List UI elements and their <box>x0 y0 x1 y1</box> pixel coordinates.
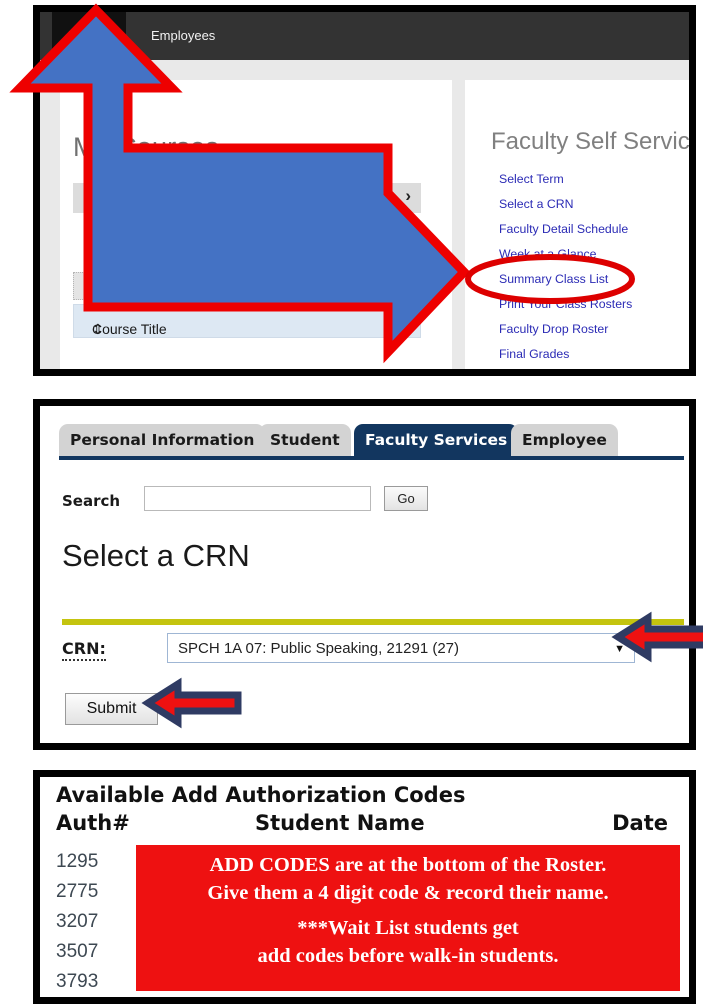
tab-faculty-services[interactable]: Faculty Services <box>354 424 519 456</box>
link-final-grades[interactable]: Final Grades <box>499 348 632 361</box>
note-line-4: add codes before walk-in students. <box>257 945 559 967</box>
note-spacer <box>136 907 680 914</box>
link-print-your-class-rosters[interactable]: Print Your Class Rosters <box>499 298 632 311</box>
tab-strip-underline <box>59 456 684 460</box>
yellow-divider <box>62 619 684 625</box>
term-select-dropdown[interactable]: Winter 2016 ▼ <box>255 228 353 258</box>
link-select-a-crn[interactable]: Select a CRN <box>499 198 632 211</box>
crn-label: CRN: <box>62 639 106 661</box>
course-title-column-header[interactable]: Course Title ⇕ <box>73 304 421 338</box>
search-input[interactable] <box>144 486 371 511</box>
add-codes-column-headers: Auth# Student Name Date <box>40 811 689 841</box>
list-item: 3793 <box>56 971 99 992</box>
list-item: 3207 <box>56 911 99 932</box>
add-authorization-codes-panel: Available Add Authorization Codes Auth# … <box>33 770 696 1004</box>
nav-tab-faculty[interactable]: Faculty <box>52 12 126 60</box>
link-faculty-detail-schedule[interactable]: Faculty Detail Schedule <box>499 223 632 236</box>
sort-updown-icon[interactable]: ⇕ <box>92 321 104 338</box>
column-header-date: Date <box>612 811 668 835</box>
go-button[interactable]: Go <box>384 486 428 511</box>
courses-teaching-header: Courses I'm teaching <box>73 272 421 300</box>
link-select-term[interactable]: Select Term <box>499 173 632 186</box>
portal-screenshot-panel: Faculty Employees My Courses Course List… <box>33 5 696 376</box>
term-select-value: Winter 2016 <box>264 235 330 249</box>
tab-employee[interactable]: Employee <box>511 424 618 456</box>
page-title: Select a CRN <box>62 538 250 573</box>
list-item: 3507 <box>56 941 99 962</box>
note-line-1: ADD CODES are at the bottom of the Roste… <box>209 854 607 876</box>
link-week-at-a-glance[interactable]: Week at a Glance <box>499 248 632 261</box>
portal-body: My Courses Course List › Select Term Win… <box>40 60 689 369</box>
tab-student[interactable]: Student <box>259 424 351 456</box>
faculty-self-service-link-list: Select Term Select a CRN Faculty Detail … <box>499 173 632 369</box>
select-term-row: Select Term Winter 2016 ▼ <box>73 228 421 262</box>
note-line-3: ***Wait List students get <box>297 917 519 939</box>
column-header-auth: Auth# <box>56 811 130 835</box>
list-item: 2775 <box>56 881 99 902</box>
tab-personal-information[interactable]: Personal Information <box>59 424 266 456</box>
chevron-down-icon: ▼ <box>614 643 625 655</box>
add-codes-title: Available Add Authorization Codes <box>56 783 466 807</box>
portal-navbar: Faculty Employees <box>40 12 689 60</box>
chevron-down-icon: ▼ <box>337 237 346 247</box>
red-instruction-callout: ADD CODES are at the bottom of the Roste… <box>136 845 680 991</box>
courses-teaching-label: Courses I'm teaching <box>83 279 201 293</box>
add-codes-table: Available Add Authorization Codes Auth# … <box>40 777 689 997</box>
faculty-self-service-title: Faculty Self Service <box>491 128 696 155</box>
note-line-2: Give them a 4 digit code & record their … <box>207 882 609 904</box>
crn-select-value: SPCH 1A 07: Public Speaking, 21291 (27) <box>178 640 460 657</box>
link-faculty-drop-roster[interactable]: Faculty Drop Roster <box>499 323 632 336</box>
search-label: Search <box>62 492 121 510</box>
auth-code-list: 1295 2775 3207 3507 3793 <box>56 847 131 997</box>
link-summary-class-list[interactable]: Summary Class List <box>499 273 632 286</box>
column-header-student-name: Student Name <box>255 811 425 835</box>
nav-tab-employees[interactable]: Employees <box>135 12 231 60</box>
submit-button[interactable]: Submit <box>65 693 158 725</box>
my-courses-title: My Courses <box>73 132 220 162</box>
select-crn-panel: Personal Information Student Faculty Ser… <box>33 399 696 750</box>
crn-select-dropdown[interactable]: SPCH 1A 07: Public Speaking, 21291 (27) … <box>167 633 635 663</box>
portal-page: Faculty Employees My Courses Course List… <box>40 12 689 369</box>
select-crn-page: Personal Information Student Faculty Ser… <box>40 406 689 743</box>
chevron-right-icon[interactable]: › <box>405 186 411 206</box>
my-courses-column: My Courses Course List › Select Term Win… <box>60 80 452 369</box>
faculty-self-service-column: Faculty Self Service Select Term Select … <box>465 80 689 369</box>
course-list-header[interactable]: Course List › <box>73 183 421 213</box>
list-item: 1295 <box>56 851 99 872</box>
course-list-label: Course List <box>84 190 150 205</box>
select-term-label: Select Term <box>158 237 228 251</box>
